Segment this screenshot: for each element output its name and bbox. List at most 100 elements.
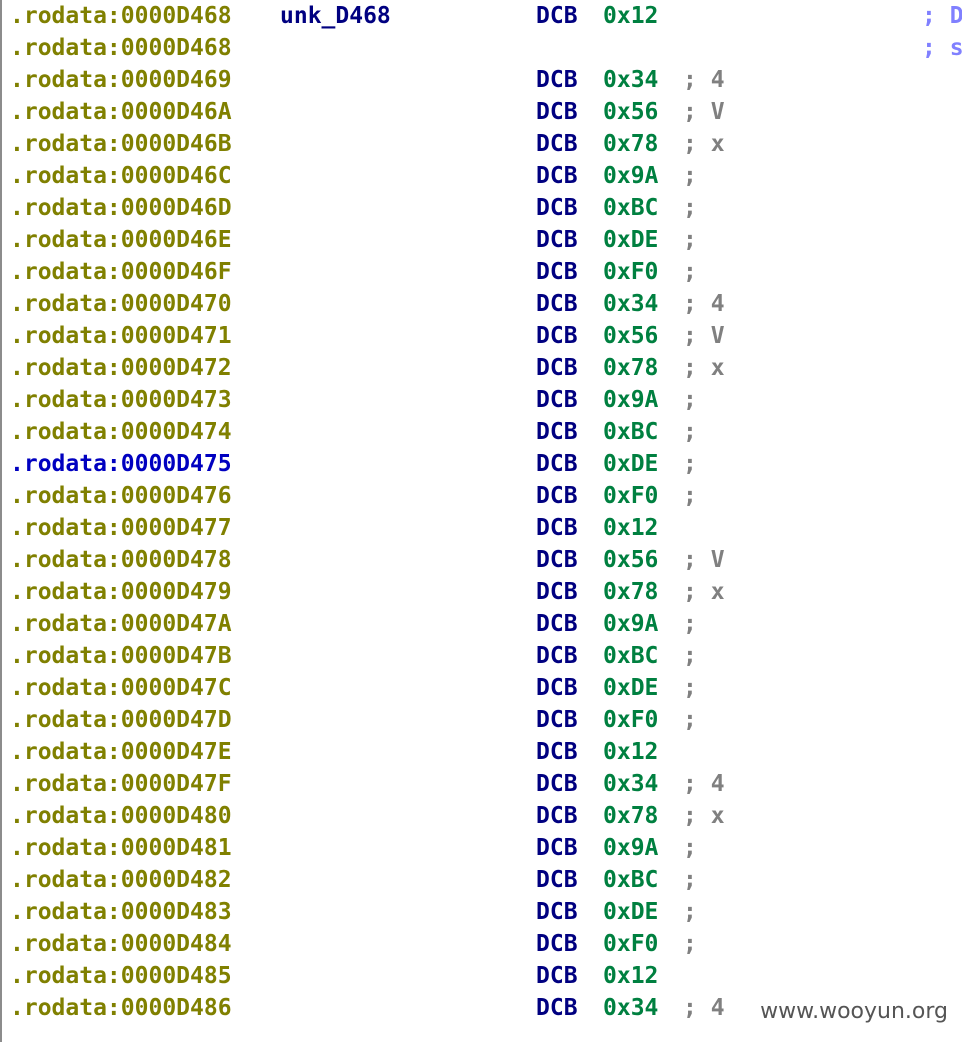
address-text[interactable]: .rodata:0000D46D (10, 192, 232, 224)
address-text[interactable]: .rodata:0000D468 (10, 32, 232, 64)
address-text[interactable]: .rodata:0000D471 (10, 320, 232, 352)
address-text[interactable]: .rodata:0000D486 (10, 992, 232, 1024)
label-text[interactable]: unk_D468 (280, 0, 391, 32)
address-text[interactable]: .rodata:0000D46F (10, 256, 232, 288)
listing-line[interactable]: .rodata:0000D483 DCB 0xDE; (2, 896, 962, 928)
address-text[interactable]: .rodata:0000D46A (10, 96, 232, 128)
address-text[interactable]: .rodata:0000D481 (10, 832, 232, 864)
comment-text: ; (683, 707, 697, 733)
operand-value: 0xDE (603, 675, 659, 701)
listing-line[interactable]: .rodata:0000D47E DCB 0x12 (2, 736, 962, 768)
address-text[interactable]: .rodata:0000D476 (10, 480, 232, 512)
listing-line[interactable]: .rodata:0000D474 DCB 0xBC; (2, 416, 962, 448)
address-text[interactable]: .rodata:0000D482 (10, 864, 232, 896)
operand-value: 0xBC (603, 867, 659, 893)
operand-value: 0x56 (603, 547, 659, 573)
listing-line[interactable]: .rodata:0000D47A DCB 0x9A; (2, 608, 962, 640)
operand-value: 0xBC (603, 195, 659, 221)
operand-value: 0x78 (603, 355, 659, 381)
mnemonic-text: DCB (536, 547, 578, 573)
mnemonic-text: DCB (536, 771, 578, 797)
address-text[interactable]: .rodata:0000D46E (10, 224, 232, 256)
listing-line[interactable]: .rodata:0000D46F DCB 0xF0; (2, 256, 962, 288)
mnemonic-text: DCB (536, 739, 578, 765)
listing-line[interactable]: .rodata:0000D485 DCB 0x12 (2, 960, 962, 992)
listing-line[interactable]: .rodata:0000D473 DCB 0x9A; (2, 384, 962, 416)
watermark: www.wooyun.org (756, 996, 952, 1028)
mnemonic-text: DCB (536, 419, 578, 445)
listing-line[interactable]: .rodata:0000D472 DCB 0x78 ; x (2, 352, 962, 384)
address-text[interactable]: .rodata:0000D485 (10, 960, 232, 992)
address-text[interactable]: .rodata:0000D469 (10, 64, 232, 96)
address-text[interactable]: .rodata:0000D480 (10, 800, 232, 832)
listing-line[interactable]: .rodata:0000D479 DCB 0x78 ; x (2, 576, 962, 608)
address-text[interactable]: .rodata:0000D478 (10, 544, 232, 576)
listing-line[interactable]: .rodata:0000D476 DCB 0xF0; (2, 480, 962, 512)
operand-value: 0x12 (603, 963, 659, 989)
listing-line[interactable]: .rodata:0000D482 DCB 0xBC; (2, 864, 962, 896)
mnemonic-text: DCB (536, 931, 578, 957)
address-text[interactable]: .rodata:0000D47E (10, 736, 232, 768)
operand-value: 0x56 (603, 323, 659, 349)
address-text[interactable]: .rodata:0000D46C (10, 160, 232, 192)
comment-text: ; (683, 643, 697, 669)
comment-text: ; (683, 835, 697, 861)
comment-text: ; (683, 483, 697, 509)
listing-line[interactable]: .rodata:0000D46B DCB 0x78 ; x (2, 128, 962, 160)
address-text[interactable]: .rodata:0000D468 (10, 0, 232, 32)
mnemonic-text: DCB (536, 515, 578, 541)
listing-line[interactable]: .rodata:0000D477 DCB 0x12 (2, 512, 962, 544)
address-text[interactable]: .rodata:0000D47D (10, 704, 232, 736)
listing-line[interactable]: .rodata:0000D471 DCB 0x56 ; V (2, 320, 962, 352)
listing-line[interactable]: .rodata:0000D47B DCB 0xBC; (2, 640, 962, 672)
listing-line[interactable]: .rodata:0000D46C DCB 0x9A; (2, 160, 962, 192)
address-text[interactable]: .rodata:0000D46B (10, 128, 232, 160)
listing-line[interactable]: .rodata:0000D475 DCB 0xDE; (2, 448, 962, 480)
operand-value: 0x78 (603, 579, 659, 605)
address-text[interactable]: .rodata:0000D475 (10, 448, 232, 480)
address-text[interactable]: .rodata:0000D474 (10, 416, 232, 448)
mnemonic-text: DCB (536, 963, 578, 989)
address-text[interactable]: .rodata:0000D479 (10, 576, 232, 608)
address-text[interactable]: .rodata:0000D484 (10, 928, 232, 960)
comment-text: ; x (683, 803, 725, 829)
operand-value: 0x12 (603, 515, 659, 541)
address-text[interactable]: .rodata:0000D473 (10, 384, 232, 416)
listing-line[interactable]: .rodata:0000D484 DCB 0xF0; (2, 928, 962, 960)
comment-text: ; 4 (683, 995, 725, 1021)
comment-text: ; 4 (683, 291, 725, 317)
address-text[interactable]: .rodata:0000D47A (10, 608, 232, 640)
comment-text: ; (683, 419, 697, 445)
comment-text: ; (683, 675, 697, 701)
listing-line[interactable]: .rodata:0000D470 DCB 0x34 ; 4 (2, 288, 962, 320)
listing-line[interactable]: .rodata:0000D478 DCB 0x56 ; V (2, 544, 962, 576)
mnemonic-text: DCB (536, 99, 578, 125)
listing-line[interactable]: .rodata:0000D468 ; s (2, 32, 962, 64)
address-text[interactable]: .rodata:0000D470 (10, 288, 232, 320)
address-text[interactable]: .rodata:0000D483 (10, 896, 232, 928)
disassembly-listing[interactable]: .rodata:0000D468 unk_D468 DCB 0x12; D .rodat… (0, 0, 962, 1042)
address-text[interactable]: .rodata:0000D472 (10, 352, 232, 384)
operand-value: 0x78 (603, 803, 659, 829)
comment-text: ; 4 (683, 771, 725, 797)
listing-line[interactable]: .rodata:0000D468 unk_D468 DCB 0x12 ; D (2, 0, 962, 32)
listing-line[interactable]: .rodata:0000D47F DCB 0x34 ; 4 (2, 768, 962, 800)
listing-line[interactable]: .rodata:0000D481 DCB 0x9A; (2, 832, 962, 864)
listing-line[interactable]: .rodata:0000D46D DCB 0xBC; (2, 192, 962, 224)
operand-value: 0x12 (603, 739, 659, 765)
listing-line[interactable]: .rodata:0000D47C DCB 0xDE; (2, 672, 962, 704)
listing-line[interactable]: .rodata:0000D46A DCB 0x56 ; V (2, 96, 962, 128)
listing-line[interactable]: .rodata:0000D469 DCB 0x34 ; 4 (2, 64, 962, 96)
listing-line[interactable]: .rodata:0000D47D DCB 0xF0; (2, 704, 962, 736)
mnemonic-text: DCB (536, 323, 578, 349)
comment-text: ; V (683, 547, 725, 573)
address-text[interactable]: .rodata:0000D47B (10, 640, 232, 672)
operand-value: 0x9A (603, 611, 659, 637)
address-text[interactable]: .rodata:0000D477 (10, 512, 232, 544)
mnemonic-text: DCB (536, 3, 578, 29)
address-text[interactable]: .rodata:0000D47C (10, 672, 232, 704)
operand-value: 0x12 (603, 3, 659, 29)
listing-line[interactable]: .rodata:0000D46E DCB 0xDE; (2, 224, 962, 256)
address-text[interactable]: .rodata:0000D47F (10, 768, 232, 800)
listing-line[interactable]: .rodata:0000D480 DCB 0x78 ; x (2, 800, 962, 832)
